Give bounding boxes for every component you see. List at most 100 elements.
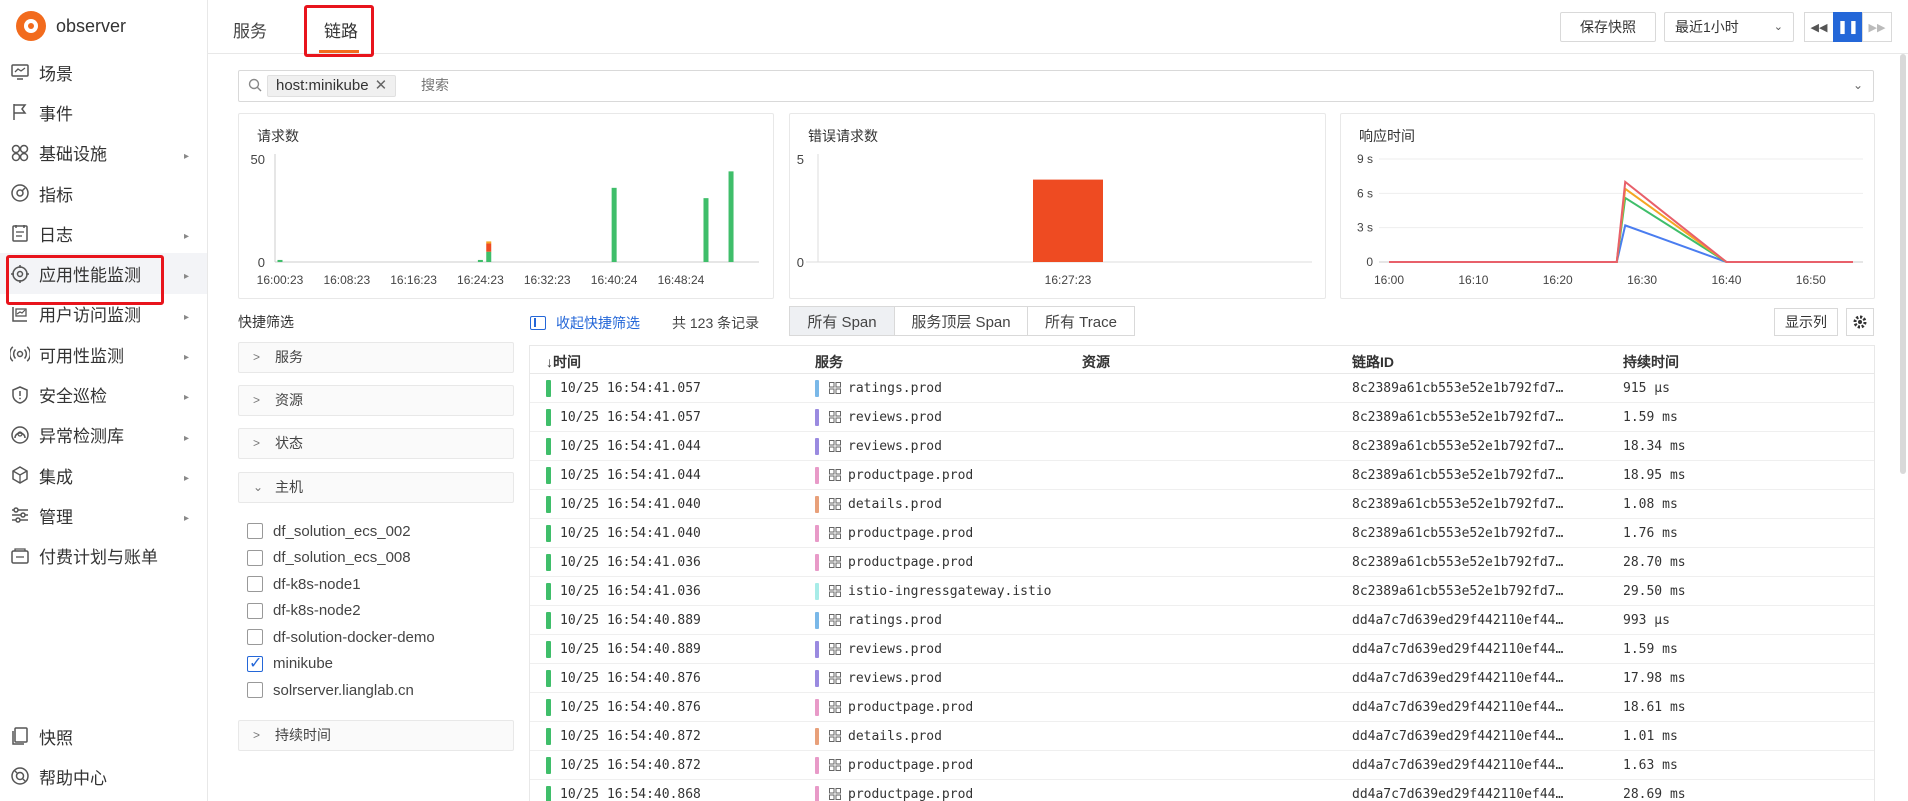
logo[interactable]: observer <box>0 0 207 52</box>
cell-trace-id[interactable]: 8c2389a61cb553e52e1b792fd7… <box>1352 410 1563 425</box>
cell-trace-id[interactable]: 8c2389a61cb553e52e1b792fd7… <box>1352 526 1563 541</box>
host-checkbox[interactable] <box>247 629 263 646</box>
sidebar-item-12[interactable]: 付费计划与账单 <box>0 536 207 576</box>
facet-status[interactable]: > 状态 <box>238 428 514 459</box>
cell-service[interactable]: reviews.prod <box>848 410 1068 425</box>
sidebar-item-6[interactable]: 用户访问监测 ▸ <box>0 294 207 334</box>
sidebar-item-5[interactable]: 应用性能监测 ▸ <box>0 253 207 306</box>
table-row[interactable]: 10/25 16:54:40.889 reviews.prod dd4a7c7d63… <box>530 635 1874 664</box>
table-row[interactable]: 10/25 16:54:40.889 ratings.prod dd4a7c7d63… <box>530 606 1874 635</box>
sidebar-item-10[interactable]: 集成 ▸ <box>0 455 207 495</box>
column-trace-id[interactable]: 链路ID <box>1352 352 1394 372</box>
host-option[interactable]: df_solution_ecs_008 <box>247 545 435 572</box>
cell-service[interactable]: details.prod <box>848 497 1068 512</box>
table-row[interactable]: 10/25 16:54:41.057 ratings.prod 8c2389a61c… <box>530 374 1874 403</box>
column-resource[interactable]: 资源 <box>1082 352 1110 372</box>
host-option[interactable]: df-solution-docker-demo <box>247 624 435 651</box>
forward-button[interactable]: ▶▶ <box>1862 12 1892 42</box>
column-service[interactable]: 服务 <box>815 352 843 372</box>
sidebar-item-9[interactable]: 异常检测库 ▸ <box>0 415 207 455</box>
host-checkbox[interactable] <box>247 576 263 593</box>
host-option[interactable]: minikube <box>247 651 435 678</box>
table-row[interactable]: 10/25 16:54:41.040 details.prod 8c2389a61c… <box>530 490 1874 519</box>
cell-trace-id[interactable]: dd4a7c7d639ed29f442110ef44… <box>1352 729 1563 744</box>
sidebar-item-4[interactable]: 日志 ▸ <box>0 213 207 253</box>
facet-host[interactable]: ⌄ 主机 <box>238 472 514 503</box>
table-settings-button[interactable] <box>1846 308 1874 336</box>
host-option[interactable]: solrserver.lianglab.cn <box>247 677 435 704</box>
sidebar-item-3[interactable]: 指标 <box>0 173 207 213</box>
table-row[interactable]: 10/25 16:54:41.036 istio-ingressgateway.i… <box>530 577 1874 606</box>
sidebar-item-8[interactable]: 安全巡检 ▸ <box>0 374 207 414</box>
cell-service[interactable]: productpage.prod <box>848 787 1068 801</box>
rewind-button[interactable]: ◀◀ <box>1804 12 1834 42</box>
show-columns-button[interactable]: 显示列 <box>1774 308 1838 336</box>
table-row[interactable]: 10/25 16:54:41.057 reviews.prod 8c2389a61c… <box>530 403 1874 432</box>
table-row[interactable]: 10/25 16:54:41.044 reviews.prod 8c2389a61c… <box>530 432 1874 461</box>
cell-trace-id[interactable]: dd4a7c7d639ed29f442110ef44… <box>1352 787 1563 801</box>
sidebar-item-1[interactable]: 事件 <box>0 92 207 132</box>
cell-trace-id[interactable]: dd4a7c7d639ed29f442110ef44… <box>1352 758 1563 773</box>
cell-trace-id[interactable]: 8c2389a61cb553e52e1b792fd7… <box>1352 439 1563 454</box>
cell-service[interactable]: ratings.prod <box>848 613 1068 628</box>
column-duration[interactable]: 持续时间 <box>1623 352 1679 372</box>
sidebar-item-11[interactable]: 管理 ▸ <box>0 495 207 535</box>
search-bar[interactable]: host:minikube ✕ ⌄ <box>238 70 1874 102</box>
table-row[interactable]: 10/25 16:54:41.036 productpage.prod 8c2389… <box>530 548 1874 577</box>
host-checkbox[interactable] <box>247 682 263 699</box>
cell-trace-id[interactable]: dd4a7c7d639ed29f442110ef44… <box>1352 613 1563 628</box>
save-snapshot-button[interactable]: 保存快照 <box>1560 12 1656 42</box>
page-scrollbar[interactable] <box>1900 54 1906 474</box>
cell-trace-id[interactable]: dd4a7c7d639ed29f442110ef44… <box>1352 671 1563 686</box>
table-row[interactable]: 10/25 16:54:41.044 productpage.prod 8c2389… <box>530 461 1874 490</box>
sidebar-bottom-item-0[interactable]: 快照 <box>0 716 207 756</box>
sidebar-item-7[interactable]: 可用性监测 ▸ <box>0 334 207 374</box>
host-checkbox[interactable] <box>247 549 263 566</box>
table-row[interactable]: 10/25 16:54:40.876 reviews.prod dd4a7c7d63… <box>530 664 1874 693</box>
sidebar-bottom-item-1[interactable]: 帮助中心 <box>0 756 207 796</box>
host-option[interactable]: df-k8s-node1 <box>247 571 435 598</box>
facet-service[interactable]: > 服务 <box>238 342 514 373</box>
table-row[interactable]: 10/25 16:54:40.872 productpage.prod dd4a7c… <box>530 751 1874 780</box>
column-time[interactable]: ↓时间 <box>546 352 581 372</box>
facet-resource[interactable]: > 资源 <box>238 385 514 416</box>
table-row[interactable]: 10/25 16:54:40.876 productpage.prod dd4a7c… <box>530 693 1874 722</box>
collapse-quick-filter-link[interactable]: 收起快捷筛选 <box>530 313 640 333</box>
table-row[interactable]: 10/25 16:54:40.872 details.prod dd4a7c7d63… <box>530 722 1874 751</box>
pause-button[interactable]: ❚❚ <box>1833 12 1863 42</box>
segment-all-span[interactable]: 所有 Span <box>789 306 895 336</box>
cell-trace-id[interactable]: dd4a7c7d639ed29f442110ef44… <box>1352 642 1563 657</box>
host-option[interactable]: df_solution_ecs_002 <box>247 518 435 545</box>
cell-service[interactable]: istio-ingressgateway.istio <box>848 584 1068 599</box>
host-option[interactable]: df-k8s-node2 <box>247 598 435 625</box>
host-checkbox[interactable] <box>247 602 263 619</box>
facet-duration[interactable]: > 持续时间 <box>238 720 514 751</box>
filter-chip[interactable]: host:minikube ✕ <box>267 75 397 97</box>
cell-service[interactable]: productpage.prod <box>848 526 1068 541</box>
chevron-down-icon[interactable]: ⌄ <box>1853 78 1863 92</box>
cell-service[interactable]: reviews.prod <box>848 642 1068 657</box>
close-icon[interactable]: ✕ <box>375 77 388 94</box>
sidebar-item-0[interactable]: 场景 <box>0 52 207 92</box>
cell-service[interactable]: productpage.prod <box>848 555 1068 570</box>
cell-trace-id[interactable]: dd4a7c7d639ed29f442110ef44… <box>1352 700 1563 715</box>
cell-trace-id[interactable]: 8c2389a61cb553e52e1b792fd7… <box>1352 468 1563 483</box>
search-input[interactable] <box>421 77 821 93</box>
cell-service[interactable]: reviews.prod <box>848 439 1068 454</box>
cell-service[interactable]: details.prod <box>848 729 1068 744</box>
cell-service[interactable]: reviews.prod <box>848 671 1068 686</box>
cell-trace-id[interactable]: 8c2389a61cb553e52e1b792fd7… <box>1352 555 1563 570</box>
tab-services[interactable]: 服务 <box>233 17 267 42</box>
host-checkbox[interactable] <box>247 653 263 673</box>
segment-all-trace[interactable]: 所有 Trace <box>1027 306 1135 336</box>
cell-service[interactable]: productpage.prod <box>848 468 1068 483</box>
sidebar-item-2[interactable]: 基础设施 ▸ <box>0 133 207 173</box>
segment-top-level-span[interactable]: 服务顶层 Span <box>894 306 1028 336</box>
cell-service[interactable]: ratings.prod <box>848 381 1068 396</box>
table-row[interactable]: 10/25 16:54:40.868 productpage.prod dd4a7c… <box>530 780 1874 801</box>
cell-trace-id[interactable]: 8c2389a61cb553e52e1b792fd7… <box>1352 381 1563 396</box>
cell-trace-id[interactable]: 8c2389a61cb553e52e1b792fd7… <box>1352 584 1563 599</box>
table-row[interactable]: 10/25 16:54:41.040 productpage.prod 8c2389… <box>530 519 1874 548</box>
host-checkbox[interactable] <box>247 523 263 540</box>
time-range-select[interactable]: 最近1小时 ⌄ <box>1664 12 1794 42</box>
